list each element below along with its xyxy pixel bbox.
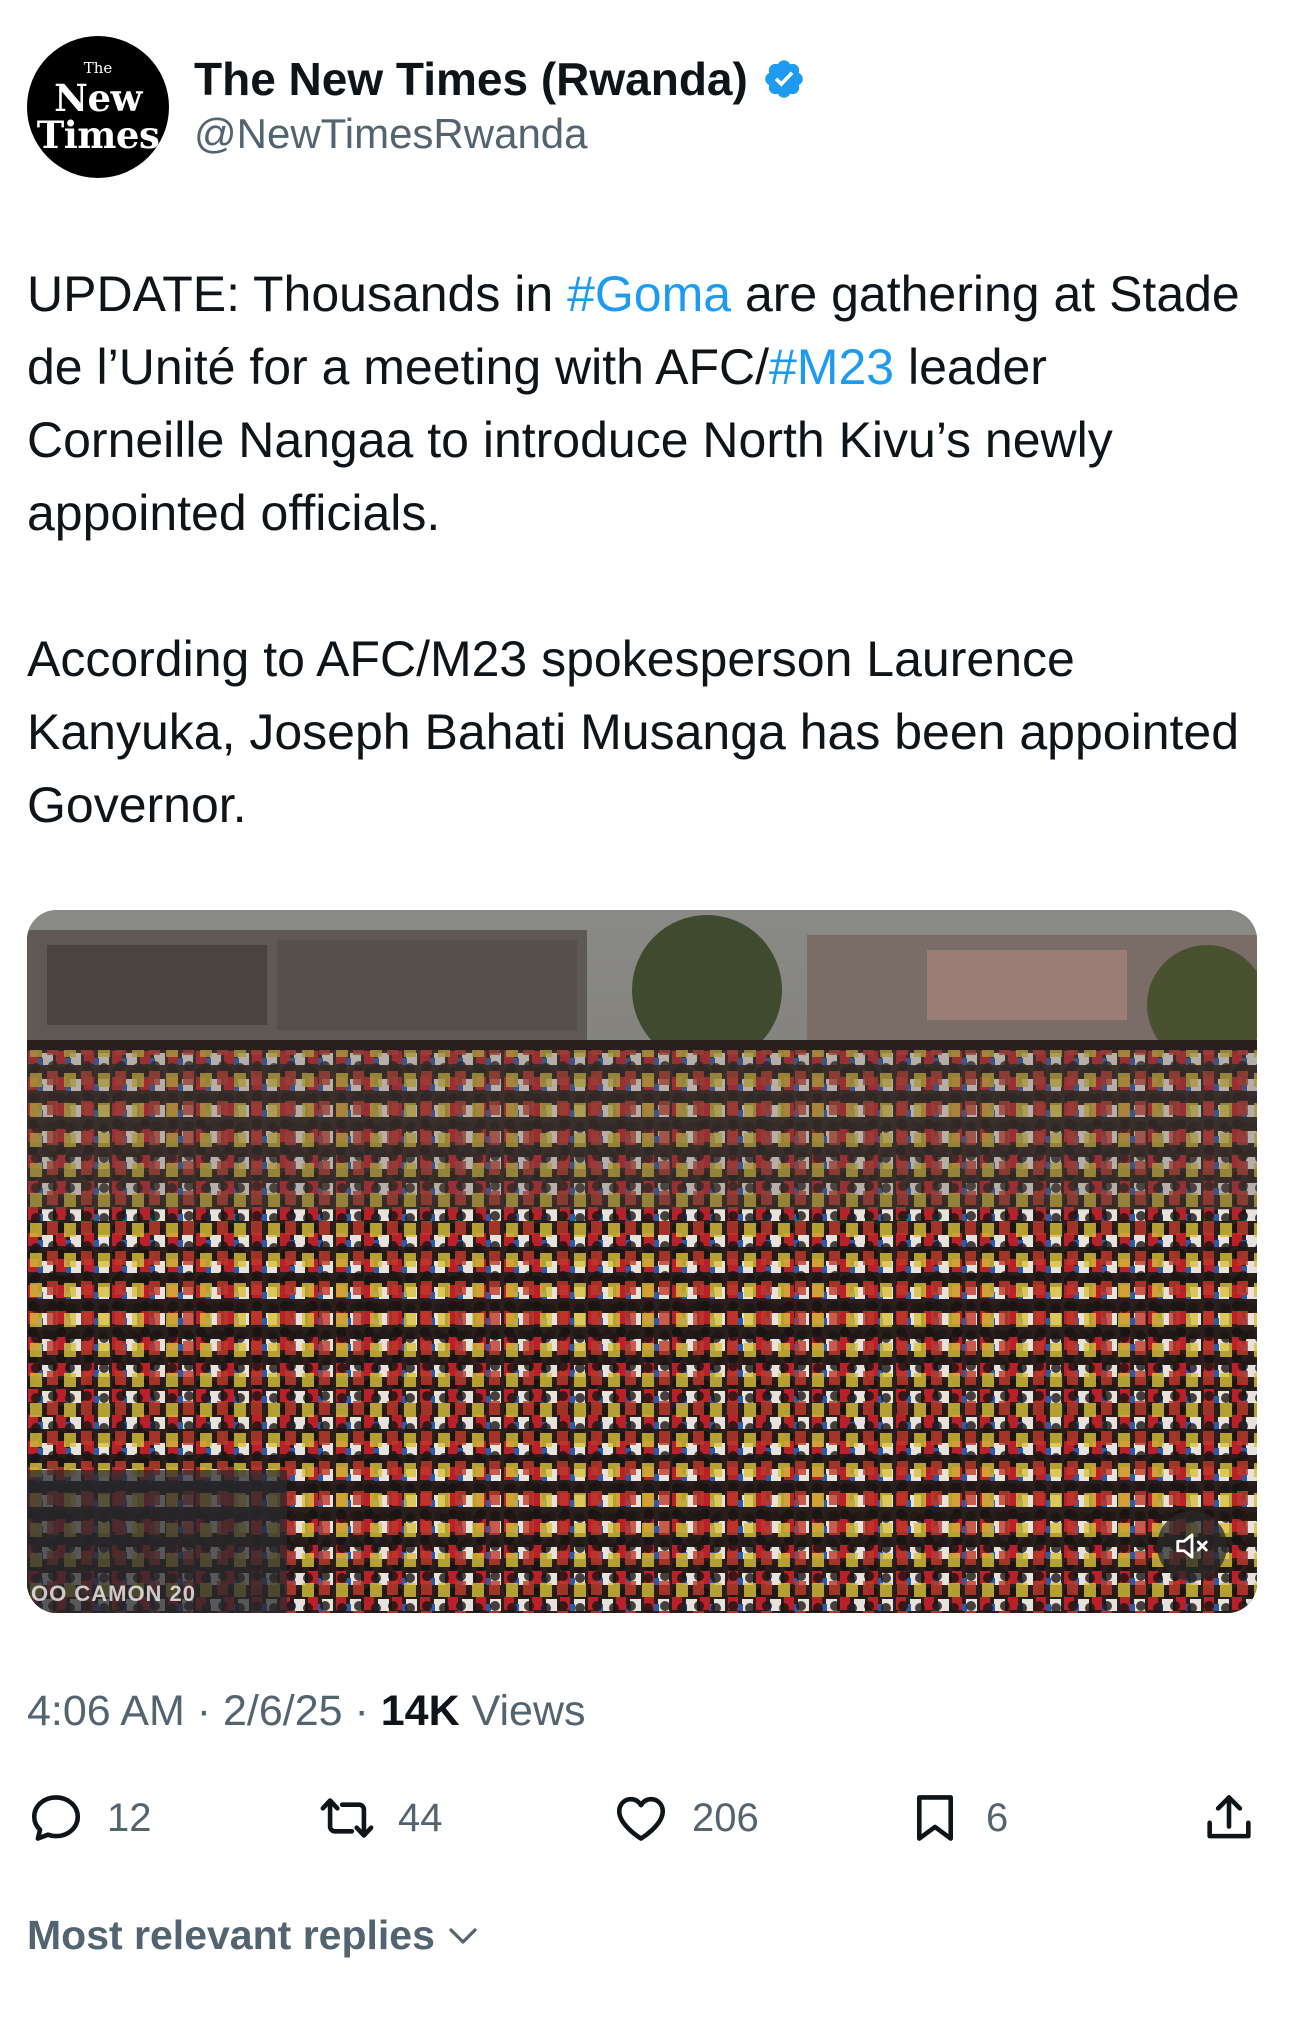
meta-separator: · [184,1687,223,1735]
avatar-text-the: The [83,58,113,77]
reply-button[interactable]: 12 [27,1783,152,1853]
tweet-text: UPDATE: Thousands in #Goma are gathering… [27,258,1257,842]
repost-count: 44 [398,1795,443,1840]
bookmark-icon [916,1795,954,1841]
mute-icon [1176,1533,1208,1559]
reply-icon [31,1795,81,1841]
hashtag-m23-link[interactable]: #M23 [769,339,894,395]
views-label: Views [459,1687,586,1735]
reply-count: 12 [107,1795,152,1840]
views-count: 14K [380,1687,460,1735]
video-player[interactable]: OO CAMON 20 [27,910,1257,1613]
bookmark-count: 6 [986,1795,1009,1840]
author-name-row[interactable]: The New Times (Rwanda) [194,52,806,106]
video-frame [27,910,1257,1613]
replies-sort-label: Most relevant replies [27,1912,435,1958]
avatar-text-times: Times [36,112,160,157]
hashtag-goma-link[interactable]: #Goma [567,266,731,322]
tweet-date[interactable]: 2/6/25 [223,1687,343,1735]
action-bar: 12 44 206 6 [0,1783,1290,1853]
tweet-detail: The New Times The New Times (Rwanda) @Ne… [0,0,1290,2032]
avatar[interactable]: The New Times [27,36,169,178]
share-icon [1207,1795,1251,1839]
author-handle[interactable]: @NewTimesRwanda [194,110,588,158]
tweet-paragraph-2: According to AFC/M23 spokesperson Lauren… [27,631,1240,833]
heart-icon [616,1796,666,1841]
tweet-text-segment: UPDATE: Thousands in [27,266,568,322]
meta-separator: · [342,1687,381,1735]
share-button[interactable] [1200,1783,1258,1853]
author-display-name[interactable]: The New Times (Rwanda) [194,52,748,106]
tweet-meta: 4:06 AM · 2/6/25 · 14K Views [27,1687,586,1736]
chevron-down-icon [449,1927,477,1944]
bookmark-button[interactable]: 6 [906,1783,1008,1853]
mute-button[interactable] [1157,1511,1227,1581]
repost-icon [320,1798,374,1838]
like-count: 206 [692,1795,759,1840]
replies-sort-dropdown[interactable]: Most relevant replies [27,1912,481,1959]
tweet-time[interactable]: 4:06 AM [27,1687,185,1735]
verified-badge-icon [762,57,806,101]
tweet-paragraph-1: UPDATE: Thousands in #Goma are gathering… [27,258,1257,550]
avatar-text-new: New [54,75,142,120]
like-button[interactable]: 206 [612,1783,759,1853]
video-watermark: OO CAMON 20 [31,1581,197,1606]
repost-button[interactable]: 44 [318,1783,443,1853]
